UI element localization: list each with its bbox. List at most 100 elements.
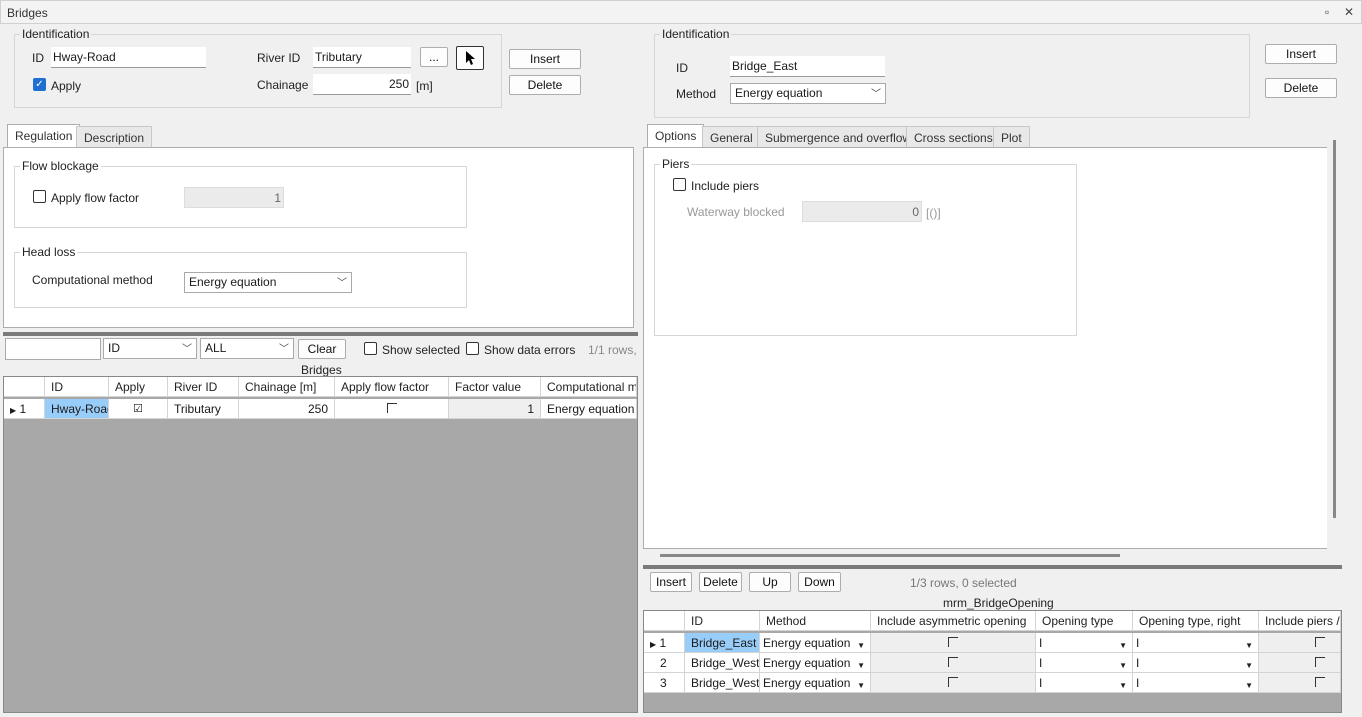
tab-submergence[interactable]: Submergence and overflow — [757, 126, 920, 148]
maximize-icon[interactable]: ▫ — [1319, 4, 1335, 20]
table-cell-chainage[interactable]: 250 — [239, 399, 335, 419]
grid-delete-button[interactable]: Delete — [699, 572, 742, 592]
table-row-header[interactable]: 3 — [644, 673, 685, 693]
tab-description[interactable]: Description — [76, 126, 153, 148]
column-header[interactable]: Include piers / p — [1259, 611, 1341, 631]
head-loss-label: Head loss — [20, 245, 78, 259]
tab-cross-sections[interactable]: Cross sections — [906, 126, 1001, 148]
table-cell-include-piers[interactable] — [1259, 633, 1341, 653]
grid-down-button[interactable]: Down — [798, 572, 841, 592]
apply-checkbox[interactable]: ✓ — [33, 78, 46, 91]
filter-all-select[interactable]: ALL ﹀ — [200, 338, 294, 359]
left-insert-button[interactable]: Insert — [509, 49, 581, 69]
column-header[interactable]: Opening type, right — [1133, 611, 1259, 631]
table-cell-river[interactable]: Tributary — [168, 399, 239, 419]
table-row-header[interactable]: ▶ 1 — [644, 633, 685, 653]
dropdown-arrow-icon[interactable]: ▼ — [857, 679, 865, 692]
checkbox-icon — [948, 677, 958, 687]
filter-column-select[interactable]: ID ﹀ — [103, 338, 197, 359]
splitter[interactable] — [643, 565, 1342, 569]
table-cell-opening-type-right[interactable]: I ▼ — [1133, 653, 1259, 673]
include-piers-checkbox[interactable] — [673, 178, 686, 191]
column-header[interactable]: Factor value — [449, 377, 541, 397]
table-cell-method[interactable]: Energy equation ▼ — [760, 633, 871, 653]
column-header[interactable]: Opening type — [1036, 611, 1133, 631]
column-header[interactable]: ID — [45, 377, 109, 397]
table-cell-id[interactable]: Hway-Road — [45, 399, 109, 419]
table-cell-asymmetric[interactable] — [871, 653, 1036, 673]
method-select[interactable]: Energy equation ﹀ — [730, 83, 886, 104]
table-cell-method[interactable]: Energy equation ▼ — [760, 673, 871, 693]
column-header[interactable]: Method — [760, 611, 871, 631]
filter-input[interactable] — [5, 338, 101, 360]
table-cell-opening-type[interactable]: I ▼ — [1036, 673, 1133, 693]
checkbox-icon — [387, 403, 397, 413]
dropdown-arrow-icon[interactable]: ▼ — [857, 639, 865, 652]
table-cell-apply[interactable]: ☑ — [109, 399, 168, 419]
table-cell-include-piers[interactable] — [1259, 653, 1341, 673]
grid-up-button[interactable]: Up — [749, 572, 791, 592]
flow-factor-input[interactable]: 1 — [184, 187, 284, 208]
table-row-header[interactable]: ▶ 1 — [4, 399, 45, 419]
table-cell-opening-type-right[interactable]: I ▼ — [1133, 673, 1259, 693]
browse-button[interactable]: ... — [420, 47, 448, 67]
table-cell-id[interactable]: Bridge_East — [685, 633, 760, 653]
dropdown-arrow-icon[interactable]: ▼ — [1245, 639, 1253, 652]
column-header[interactable]: River ID — [168, 377, 239, 397]
table-cell-asymmetric[interactable] — [871, 633, 1036, 653]
splitter[interactable] — [3, 332, 638, 336]
waterway-blocked-input[interactable]: 0 — [802, 201, 922, 222]
table-cell-asymmetric[interactable] — [871, 673, 1036, 693]
table-cell-method[interactable]: Energy equation ▼ — [760, 653, 871, 673]
grid-insert-button[interactable]: Insert — [650, 572, 692, 592]
table-cell-id[interactable]: Bridge_West1 — [685, 673, 760, 693]
row-number: 1 — [19, 402, 27, 416]
dropdown-arrow-icon[interactable]: ▼ — [1245, 679, 1253, 692]
column-header[interactable]: Apply flow factor — [335, 377, 449, 397]
computational-method-select[interactable]: Energy equation ﹀ — [184, 272, 352, 293]
tab-plot[interactable]: Plot — [993, 126, 1030, 148]
column-header[interactable]: Computational met — [541, 377, 637, 397]
dropdown-arrow-icon[interactable]: ▼ — [857, 659, 865, 672]
chevron-down-icon: ﹀ — [279, 344, 289, 355]
left-delete-button[interactable]: Delete — [509, 75, 581, 95]
table-cell-include-piers[interactable] — [1259, 673, 1341, 693]
dropdown-arrow-icon[interactable]: ▼ — [1119, 659, 1127, 672]
include-piers-label: Include piers — [691, 179, 760, 193]
table-cell-factor[interactable]: 1 — [449, 399, 541, 419]
table-row-header[interactable]: 2 — [644, 653, 685, 673]
table-cell-id[interactable]: Bridge_West2 — [685, 653, 760, 673]
dropdown-arrow-icon[interactable]: ▼ — [1119, 639, 1127, 652]
table-cell-opening-type[interactable]: I ▼ — [1036, 653, 1133, 673]
window-title-bar: Bridges ▫ ✕ — [0, 0, 1362, 24]
horizontal-scrollbar[interactable] — [660, 554, 1120, 557]
left-row-status: 1/1 rows, — [588, 343, 636, 357]
dropdown-arrow-icon[interactable]: ▼ — [1245, 659, 1253, 672]
apply-flow-factor-checkbox[interactable] — [33, 190, 46, 203]
vertical-scrollbar[interactable] — [1333, 140, 1336, 518]
table-cell-method[interactable]: Energy equation — [541, 399, 637, 419]
river-id-input[interactable]: Tributary — [313, 47, 411, 68]
column-header[interactable]: ID — [685, 611, 760, 631]
column-header[interactable]: Include asymmetric opening — [871, 611, 1036, 631]
tab-general[interactable]: General — [702, 126, 761, 148]
table-cell-opening-type[interactable]: I ▼ — [1036, 633, 1133, 653]
close-icon[interactable]: ✕ — [1341, 4, 1357, 20]
table-cell-flow-factor[interactable] — [335, 399, 449, 419]
dropdown-arrow-icon[interactable]: ▼ — [1119, 679, 1127, 692]
clear-button[interactable]: Clear — [298, 339, 346, 359]
tab-options[interactable]: Options — [647, 124, 705, 148]
pick-button[interactable] — [456, 46, 484, 70]
tab-regulation[interactable]: Regulation — [7, 124, 81, 148]
right-id-input[interactable]: Bridge_East — [730, 56, 885, 77]
apply-flow-factor-label: Apply flow factor — [51, 191, 140, 205]
show-selected-checkbox[interactable] — [364, 342, 377, 355]
chainage-input[interactable]: 250 — [313, 74, 411, 95]
right-insert-button[interactable]: Insert — [1265, 44, 1337, 64]
show-data-errors-checkbox[interactable] — [466, 342, 479, 355]
column-header[interactable]: Apply — [109, 377, 168, 397]
table-cell-opening-type-right[interactable]: I ▼ — [1133, 633, 1259, 653]
right-delete-button[interactable]: Delete — [1265, 78, 1337, 98]
id-input[interactable]: Hway-Road — [51, 47, 206, 68]
column-header[interactable]: Chainage [m] — [239, 377, 335, 397]
